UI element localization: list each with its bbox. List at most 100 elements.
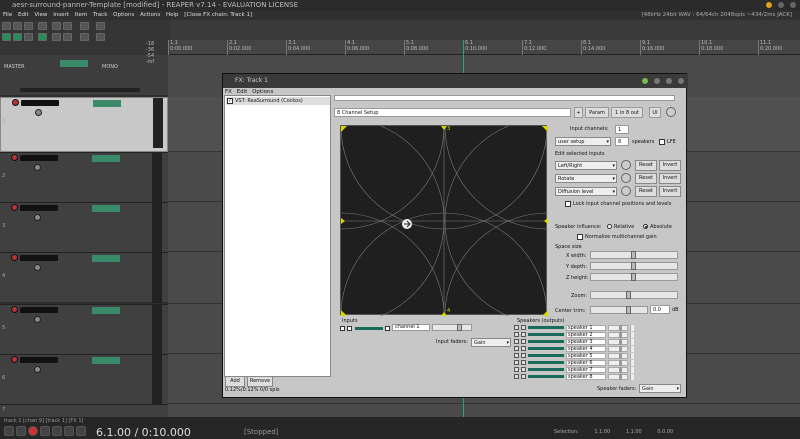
project-settings-icon[interactable] xyxy=(38,22,47,30)
remove-fx-button[interactable]: Remove xyxy=(247,376,273,387)
ripple-icon[interactable] xyxy=(2,33,11,41)
speaker-mute-toggle[interactable] xyxy=(521,346,526,351)
input-mute-toggle[interactable] xyxy=(347,326,352,331)
fx-pin-icon[interactable] xyxy=(642,78,648,84)
volume-knob[interactable] xyxy=(34,366,41,373)
menu-insert[interactable]: Insert xyxy=(53,12,69,18)
track-name-field[interactable] xyxy=(20,357,58,363)
center-trim-thumb[interactable] xyxy=(626,306,631,314)
speaker-faders-dropdown[interactable]: Gain xyxy=(639,384,681,393)
track-buttons[interactable] xyxy=(92,155,120,162)
group-icon[interactable] xyxy=(63,33,72,41)
menu-item[interactable]: Item xyxy=(75,12,88,18)
auto-crossfade-icon[interactable] xyxy=(13,33,22,41)
speaker-mute-toggle[interactable] xyxy=(521,332,526,337)
diffusion-invert-button[interactable]: Invert xyxy=(659,186,681,197)
speaker-solo-toggle[interactable] xyxy=(514,346,519,351)
record-arm-button[interactable] xyxy=(12,99,19,106)
close-button[interactable] xyxy=(790,2,796,8)
input-fader[interactable] xyxy=(432,324,472,331)
volume-knob[interactable] xyxy=(34,164,41,171)
volume-knob[interactable] xyxy=(34,214,41,221)
speaker-name[interactable]: speaker 1 xyxy=(566,325,606,331)
menu-track[interactable]: Track xyxy=(93,12,107,18)
speaker-scroll[interactable] xyxy=(630,374,634,380)
track-buttons[interactable] xyxy=(93,100,121,107)
speaker-name[interactable]: speaker 3 xyxy=(566,339,606,345)
track-name-field[interactable] xyxy=(20,205,58,211)
y-depth-thumb[interactable] xyxy=(631,262,636,270)
x-width-slider[interactable] xyxy=(590,251,678,259)
diffusion-reset-button[interactable]: Reset xyxy=(635,186,657,197)
envelope-icon[interactable] xyxy=(24,33,33,41)
rotate-dropdown[interactable]: Rotate xyxy=(555,174,617,183)
speaker-setup-dropdown[interactable]: user setup xyxy=(555,137,611,146)
speaker-solo-toggle[interactable] xyxy=(514,339,519,344)
speaker-mute-toggle[interactable] xyxy=(521,325,526,330)
speaker-solo-toggle[interactable] xyxy=(514,332,519,337)
speaker-mute-toggle[interactable] xyxy=(521,360,526,365)
new-project-icon[interactable] xyxy=(2,22,11,30)
center-trim-field[interactable]: 0.0 xyxy=(650,305,670,314)
z-height-thumb[interactable] xyxy=(631,273,636,281)
redo-icon[interactable] xyxy=(63,22,72,30)
track-6[interactable]: 6 xyxy=(0,354,168,405)
zoom-slider[interactable] xyxy=(590,291,678,299)
fx-list-item[interactable]: ✓ VST: ReaSurround (Cockos) xyxy=(226,97,330,105)
master-volume-fader[interactable] xyxy=(20,88,140,92)
record-arm-button[interactable] xyxy=(11,154,18,161)
track-1[interactable]: 1 xyxy=(0,97,168,152)
speaker-name[interactable]: speaker 7 xyxy=(566,367,606,373)
rotate-invert-button[interactable]: Invert xyxy=(659,173,681,184)
pause-icon[interactable] xyxy=(64,426,74,436)
track-4[interactable]: 4 xyxy=(0,252,168,303)
go-to-start-icon[interactable] xyxy=(4,426,14,436)
lr-dropdown[interactable]: Left/Right xyxy=(555,161,617,170)
lock-checkbox[interactable] xyxy=(565,201,571,207)
track-7[interactable]: 7 xyxy=(0,404,168,417)
input-select-toggle[interactable] xyxy=(385,326,390,331)
speaker-name[interactable]: speaker 5 xyxy=(566,353,606,359)
record-arm-button[interactable] xyxy=(11,204,18,211)
speaker-scroll[interactable] xyxy=(630,339,634,345)
volume-knob[interactable] xyxy=(35,109,42,116)
track-2[interactable]: 2 xyxy=(0,152,168,203)
io-button[interactable]: 1 in 8 out xyxy=(611,107,643,118)
master-buttons[interactable] xyxy=(60,60,88,67)
minimize-button[interactable] xyxy=(765,2,772,8)
preset-add-button[interactable]: + xyxy=(574,107,583,118)
speaker-mute-toggle[interactable] xyxy=(521,374,526,379)
wet-knob[interactable] xyxy=(666,107,676,117)
track-buttons[interactable] xyxy=(92,255,120,262)
rotate-knob[interactable] xyxy=(621,173,631,183)
ui-button[interactable]: UI xyxy=(649,107,661,118)
speaker-fader[interactable] xyxy=(608,325,628,331)
x-width-thumb[interactable] xyxy=(631,251,636,259)
speaker-fader[interactable] xyxy=(608,346,628,352)
menu-actions[interactable]: Actions xyxy=(140,12,160,18)
fx-window-titlebar[interactable]: FX: Track 1 xyxy=(223,74,688,88)
selection-end[interactable]: 1.1.00 xyxy=(626,429,642,435)
fx-close-icon[interactable] xyxy=(678,78,684,84)
record-icon[interactable] xyxy=(28,426,38,436)
open-project-icon[interactable] xyxy=(13,22,22,30)
track-5[interactable]: 5 xyxy=(0,304,168,355)
lfe-checkbox[interactable] xyxy=(659,139,665,145)
track-name-field[interactable] xyxy=(21,100,59,106)
metronome-icon[interactable] xyxy=(80,22,89,30)
snap-icon[interactable] xyxy=(38,33,47,41)
speaker-solo-toggle[interactable] xyxy=(514,353,519,358)
speaker-name[interactable]: speaker 6 xyxy=(566,360,606,366)
play-icon[interactable] xyxy=(40,426,50,436)
zoom-thumb[interactable] xyxy=(626,291,631,299)
speaker-fader[interactable] xyxy=(608,367,628,373)
record-arm-button[interactable] xyxy=(11,356,18,363)
speaker-fader[interactable] xyxy=(608,353,628,359)
fx-enable-checkbox[interactable]: ✓ xyxy=(227,98,233,104)
undo-icon[interactable] xyxy=(52,22,61,30)
lr-reset-button[interactable]: Reset xyxy=(635,160,657,171)
speaker-mute-toggle[interactable] xyxy=(521,353,526,358)
grid-icon[interactable] xyxy=(96,22,105,30)
input-faders-dropdown[interactable]: Gain xyxy=(471,338,511,347)
track-name-field[interactable] xyxy=(20,155,58,161)
